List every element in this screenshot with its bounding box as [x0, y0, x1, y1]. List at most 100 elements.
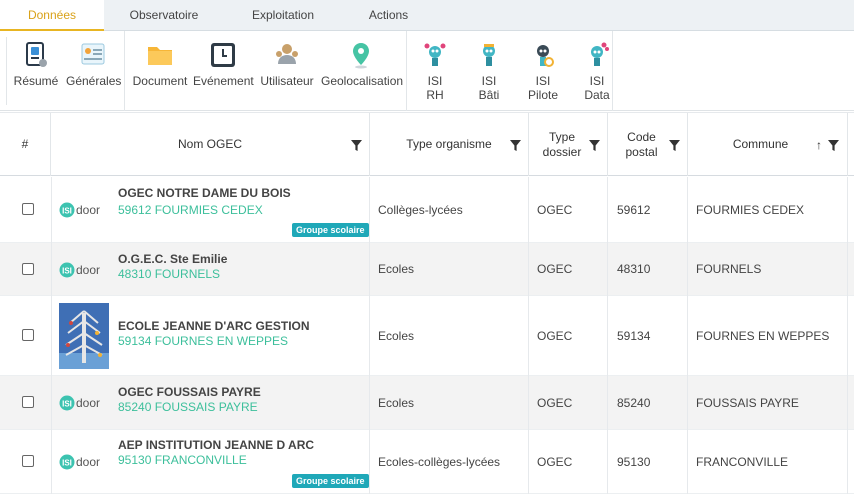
type-dossier-cell: OGEC [537, 202, 573, 217]
folder-icon [148, 47, 172, 65]
commune-cell: FRANCONVILLE [696, 454, 789, 469]
table-row[interactable]: ISI door O.G.E.C. Ste Emilie 48310 FOURNE… [0, 243, 854, 296]
row-checkbox[interactable] [22, 329, 34, 341]
svg-text:door: door [76, 396, 100, 410]
isi-pilote-button[interactable]: ISI Pilote [523, 31, 563, 111]
org-name: O.G.E.C. Ste Emilie [118, 252, 228, 266]
header-commune-label: Commune [732, 137, 789, 151]
tab-actions[interactable]: Actions [342, 0, 435, 31]
filter-icon[interactable] [510, 140, 521, 151]
header-nom-ogec[interactable]: Nom OGEC [51, 113, 370, 176]
code-postal-cell: 95130 [617, 454, 651, 469]
clock-icon [211, 43, 235, 67]
isi-bati-button[interactable]: ISI Bâti [469, 31, 509, 111]
column-divider [528, 177, 529, 494]
filter-icon[interactable] [669, 140, 680, 151]
header-commune[interactable]: Commune ↑ [688, 113, 848, 176]
code-postal-cell: 85240 [617, 395, 651, 410]
evenement-button[interactable]: Evénement [193, 31, 254, 111]
commune-cell: FOURNES EN WEPPES [696, 328, 830, 343]
org-address-link[interactable]: 95130 FRANCONVILLE [118, 453, 247, 467]
code-postal-cell: 48310 [617, 262, 651, 276]
isi-rh-button[interactable]: ISI RH [415, 31, 455, 111]
isi-pilote-robot-icon [537, 45, 554, 67]
users-icon [276, 44, 298, 64]
row-checkbox[interactable] [22, 263, 34, 275]
header-code-postal[interactable]: Code postal [608, 113, 688, 176]
toolbar-group-fiche: Résumé Générales [0, 31, 122, 111]
row-checkbox[interactable] [22, 455, 34, 467]
header-type-organisme-label: Type organisme [406, 137, 492, 151]
generales-button[interactable]: Générales [66, 31, 121, 111]
header-code-postal-label: Code postal [625, 129, 658, 159]
geolocalisation-button[interactable]: Geolocalisation [321, 31, 403, 111]
svg-text:door: door [76, 203, 100, 217]
svg-text:door: door [76, 455, 100, 469]
table-row[interactable]: ECOLE JEANNE D'ARC GESTION 59134 FOURNES… [0, 296, 854, 376]
tab-exploitation[interactable]: Exploitation [224, 0, 342, 31]
toolbar-group-isi: ISI RH ISI Bâti ISI Pilote ISI Data [406, 31, 612, 111]
toolbar-divider [612, 31, 613, 111]
groupe-scolaire-badge: Groupe scolaire [292, 474, 369, 488]
type-organisme-cell: Ecoles [378, 395, 415, 410]
code-postal-cell: 59134 [617, 328, 651, 343]
column-divider [369, 177, 370, 494]
svg-text:door: door [76, 263, 100, 277]
utilisateur-button[interactable]: Utilisateur [257, 31, 317, 111]
column-divider [687, 177, 688, 494]
isi-data-button[interactable]: ISI Data [577, 31, 617, 111]
table-row[interactable]: ISI door OGEC NOTRE DAME DU BOIS 59612 FO… [0, 177, 854, 243]
commune-cell: FOUSSAIS PAYRE [696, 395, 799, 410]
header-type-organisme[interactable]: Type organisme [370, 113, 529, 176]
org-name: AEP INSTITUTION JEANNE D ARC [118, 438, 315, 452]
type-organisme-cell: Ecoles [378, 328, 415, 343]
header-type-dossier-label: Type dossier [542, 129, 582, 159]
header-nom-ogec-label: Nom OGEC [177, 137, 242, 151]
column-divider [847, 177, 848, 494]
isidoor-logo: ISI door [59, 202, 100, 218]
type-organisme-cell: Ecoles [378, 262, 415, 276]
table-row[interactable]: ISI door AEP INSTITUTION JEANNE D ARC 951… [0, 430, 854, 494]
commune-cell: FOURMIES CEDEX [696, 202, 805, 217]
generales-icon [81, 43, 105, 65]
org-address-link[interactable]: 48310 FOURNELS [118, 267, 220, 281]
type-dossier-cell: OGEC [537, 395, 573, 410]
ribbon-toolbar: Résumé Générales Document Evénement Util… [0, 31, 854, 111]
isidoor-logo: ISI door [59, 395, 100, 411]
org-address-link[interactable]: 59612 FOURMIES CEDEX [118, 203, 263, 217]
row-checkbox[interactable] [22, 396, 34, 408]
filter-icon[interactable] [589, 140, 600, 151]
tab-observatoire[interactable]: Observatoire [104, 0, 224, 31]
table-row[interactable]: ISI door OGEC FOUSSAIS PAYRE 85240 FOUSSA… [0, 376, 854, 430]
resume-button[interactable]: Résumé [12, 31, 60, 111]
isidoor-logo: ISI door [59, 262, 100, 278]
org-name: ECOLE JEANNE D'ARC GESTION [118, 319, 310, 333]
filter-icon[interactable] [828, 140, 839, 151]
svg-text:ISI: ISI [62, 459, 72, 468]
isi-rh-robot-icon [424, 43, 446, 66]
svg-text:ISI: ISI [62, 207, 72, 216]
org-address-link[interactable]: 59134 FOURNES EN WEPPES [118, 334, 288, 348]
type-dossier-cell: OGEC [537, 454, 573, 469]
table-header: # Nom OGEC Type organisme Type dossier C… [0, 112, 854, 176]
svg-text:ISI: ISI [62, 267, 72, 276]
type-organisme-cell: Collèges-lycées [378, 202, 463, 217]
org-address-link[interactable]: 85240 FOUSSAIS PAYRE [118, 400, 258, 414]
map-pin-icon [353, 43, 369, 69]
header-number: # [0, 113, 51, 176]
column-divider [607, 177, 608, 494]
type-dossier-cell: OGEC [537, 328, 573, 343]
org-name: OGEC FOUSSAIS PAYRE [118, 385, 261, 399]
filter-icon[interactable] [351, 140, 362, 151]
row-checkbox[interactable] [22, 203, 34, 215]
tab-donnees[interactable]: Données [0, 0, 104, 32]
toolbar-group-actions: Document Evénement Utilisateur Geolocali… [124, 31, 406, 111]
isi-bati-robot-icon [483, 44, 495, 66]
type-dossier-cell: OGEC [537, 262, 573, 276]
document-button[interactable]: Document [131, 31, 189, 111]
groupe-scolaire-badge: Groupe scolaire [292, 223, 369, 237]
org-name: OGEC NOTRE DAME DU BOIS [118, 186, 291, 200]
type-organisme-cell: Ecoles-collèges-lycées [378, 454, 501, 469]
sort-ascending-icon[interactable]: ↑ [816, 138, 822, 153]
header-type-dossier[interactable]: Type dossier [529, 113, 608, 176]
